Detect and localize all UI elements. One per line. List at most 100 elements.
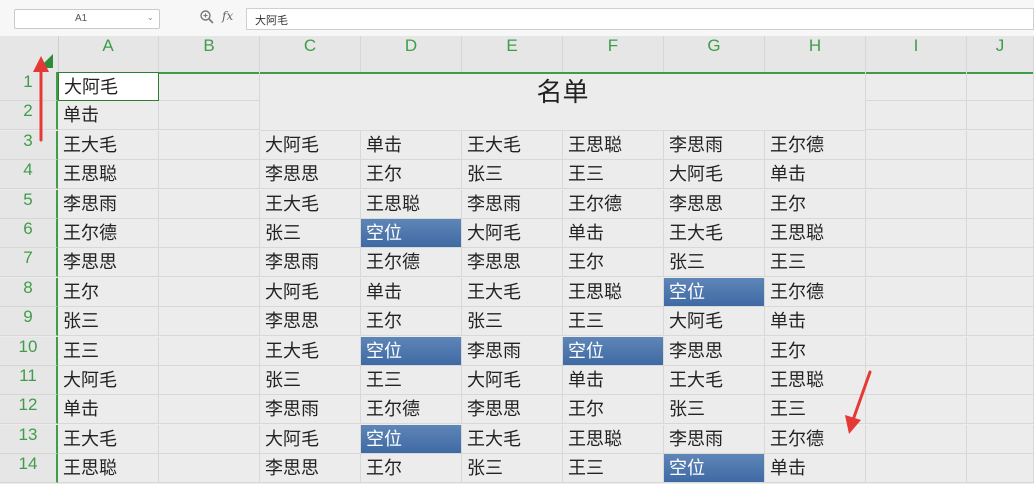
cell-d6[interactable]: 空位 (361, 219, 462, 248)
cell-f6[interactable]: 单击 (563, 219, 664, 248)
column-header-f[interactable]: F (563, 36, 664, 72)
column-header-i[interactable]: I (866, 36, 967, 72)
cell-h14[interactable]: 单击 (765, 454, 866, 484)
cell-e3[interactable]: 王大毛 (462, 130, 563, 160)
cell-d9[interactable]: 王尔 (361, 307, 462, 337)
cell-h7[interactable]: 王三 (765, 248, 866, 278)
cell-j5[interactable] (967, 189, 1034, 219)
cell-i10[interactable] (866, 336, 967, 366)
cell-d13[interactable]: 空位 (361, 424, 462, 454)
cell-f4[interactable]: 王三 (563, 160, 664, 190)
row-header-13[interactable]: 13 (0, 424, 58, 454)
cell-c12[interactable]: 李思雨 (260, 395, 361, 425)
cell-a11[interactable]: 大阿毛 (58, 366, 159, 395)
cell-i2[interactable] (866, 101, 967, 131)
cell-j11[interactable] (967, 366, 1034, 395)
row-header-1[interactable]: 1 (0, 72, 58, 101)
row-header-6[interactable]: 6 (0, 219, 58, 248)
cell-c6[interactable]: 张三 (260, 219, 361, 248)
cell-b7[interactable] (159, 248, 260, 278)
cell-a13[interactable]: 王大毛 (58, 424, 159, 454)
cell-c4[interactable]: 李思思 (260, 160, 361, 190)
cell-b9[interactable] (159, 307, 260, 337)
column-header-g[interactable]: G (664, 36, 765, 72)
column-header-h[interactable]: H (765, 36, 866, 72)
cell-h4[interactable]: 单击 (765, 160, 866, 190)
cell-f7[interactable]: 王尔 (563, 248, 664, 278)
row-header-2[interactable]: 2 (0, 101, 58, 131)
cell-i11[interactable] (866, 366, 967, 395)
cell-j6[interactable] (967, 219, 1034, 248)
cell-e13[interactable]: 王大毛 (462, 424, 563, 454)
cell-c8[interactable]: 大阿毛 (260, 277, 361, 307)
row-header-12[interactable]: 12 (0, 395, 58, 425)
column-header-e[interactable]: E (462, 36, 563, 72)
chevron-down-icon[interactable]: ⌄ (147, 14, 155, 22)
cell-d4[interactable]: 王尔 (361, 160, 462, 190)
cell-e4[interactable]: 张三 (462, 160, 563, 190)
formula-input[interactable]: 大阿毛 (246, 8, 1034, 30)
cell-g12[interactable]: 张三 (664, 395, 765, 425)
cell-j10[interactable] (967, 336, 1034, 366)
cell-e6[interactable]: 大阿毛 (462, 219, 563, 248)
cell-i8[interactable] (866, 277, 967, 307)
cell-a4[interactable]: 王思聪 (58, 160, 159, 190)
row-header-9[interactable]: 9 (0, 307, 58, 337)
cell-a14[interactable]: 王思聪 (58, 454, 159, 484)
cell-d11[interactable]: 王三 (361, 366, 462, 395)
cell-e12[interactable]: 李思思 (462, 395, 563, 425)
cell-f11[interactable]: 单击 (563, 366, 664, 395)
cell-j14[interactable] (967, 454, 1034, 484)
cell-g9[interactable]: 大阿毛 (664, 307, 765, 337)
column-header-j[interactable]: J (967, 36, 1034, 72)
cell-j13[interactable] (967, 424, 1034, 454)
cell-g11[interactable]: 王大毛 (664, 366, 765, 395)
cell-i7[interactable] (866, 248, 967, 278)
cell-f3[interactable]: 王思聪 (563, 130, 664, 160)
cell-g5[interactable]: 李思思 (664, 189, 765, 219)
cell-a5[interactable]: 李思雨 (58, 189, 159, 219)
row-header-8[interactable]: 8 (0, 277, 58, 307)
cell-c3[interactable]: 大阿毛 (260, 130, 361, 160)
cell-i13[interactable] (866, 424, 967, 454)
cell-h3[interactable]: 王尔德 (765, 130, 866, 160)
cell-j7[interactable] (967, 248, 1034, 278)
cell-d12[interactable]: 王尔德 (361, 395, 462, 425)
cell-i12[interactable] (866, 395, 967, 425)
cell-c9[interactable]: 李思思 (260, 307, 361, 337)
cell-h13[interactable]: 王尔德 (765, 424, 866, 454)
cell-j2[interactable] (967, 101, 1034, 131)
cell-h5[interactable]: 王尔 (765, 189, 866, 219)
cell-e7[interactable]: 李思思 (462, 248, 563, 278)
cell-i5[interactable] (866, 189, 967, 219)
cell-b6[interactable] (159, 219, 260, 248)
cell-f10[interactable]: 空位 (563, 336, 664, 366)
cell-j1[interactable] (967, 72, 1034, 101)
cell-d14[interactable]: 王尔 (361, 454, 462, 484)
column-header-c[interactable]: C (260, 36, 361, 72)
cell-h10[interactable]: 王尔 (765, 336, 866, 366)
cell-a1[interactable]: 大阿毛 (58, 72, 159, 101)
cell-c13[interactable]: 大阿毛 (260, 424, 361, 454)
cell-g4[interactable]: 大阿毛 (664, 160, 765, 190)
cell-a2[interactable]: 单击 (58, 101, 159, 131)
cell-b14[interactable] (159, 454, 260, 484)
cell-b1[interactable] (159, 72, 260, 101)
cell-c7[interactable]: 李思雨 (260, 248, 361, 278)
zoom-icon[interactable] (199, 9, 215, 25)
cell-j12[interactable] (967, 395, 1034, 425)
cell-b12[interactable] (159, 395, 260, 425)
cell-b2[interactable] (159, 101, 260, 131)
cell-d3[interactable]: 单击 (361, 130, 462, 160)
cell-d7[interactable]: 王尔德 (361, 248, 462, 278)
cell-b4[interactable] (159, 160, 260, 190)
cell-g7[interactable]: 张三 (664, 248, 765, 278)
cell-b10[interactable] (159, 336, 260, 366)
cell-e8[interactable]: 王大毛 (462, 277, 563, 307)
cell-h8[interactable]: 王尔德 (765, 277, 866, 307)
cell-f13[interactable]: 王思聪 (563, 424, 664, 454)
cell-d10[interactable]: 空位 (361, 336, 462, 366)
cell-e14[interactable]: 张三 (462, 454, 563, 484)
cell-f14[interactable]: 王三 (563, 454, 664, 484)
cell-b8[interactable] (159, 277, 260, 307)
